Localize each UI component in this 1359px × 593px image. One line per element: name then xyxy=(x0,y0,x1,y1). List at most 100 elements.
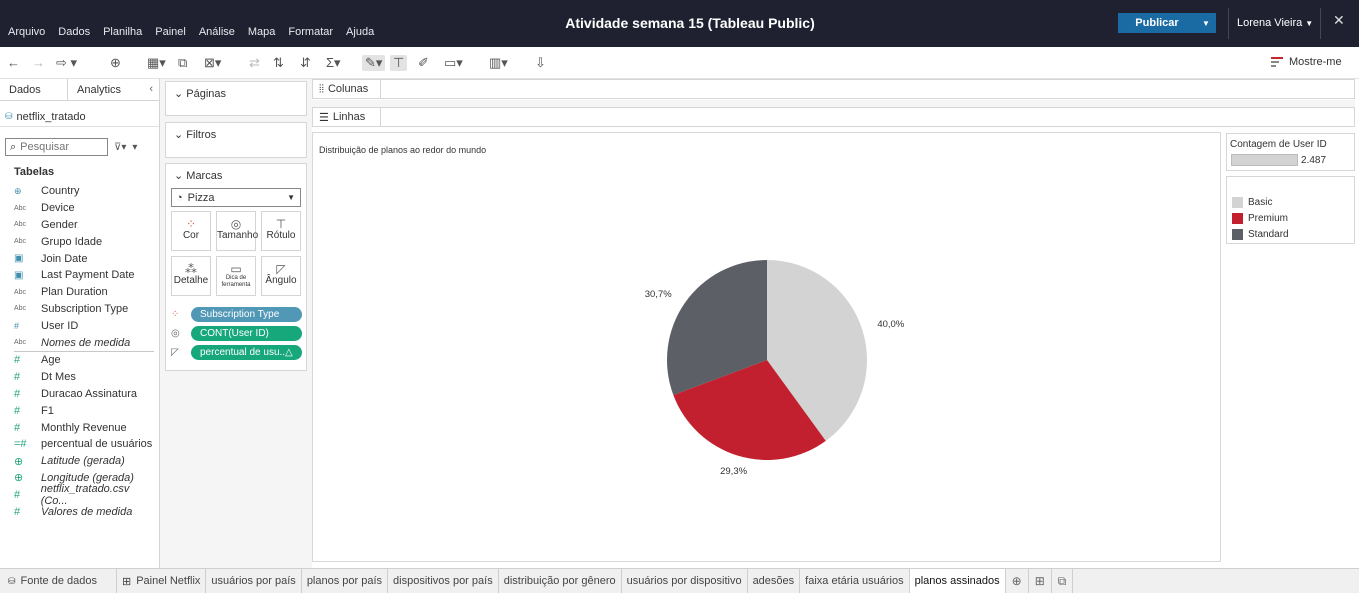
swap-icon[interactable]: ⇨ ▾ xyxy=(56,55,77,71)
label-button[interactable]: ⊤ Rótulo xyxy=(261,211,301,251)
new-worksheet-icon[interactable]: ⊕ xyxy=(1006,569,1029,593)
sort-descending-icon[interactable]: ⇵ xyxy=(300,55,311,71)
color-button[interactable]: ⁘ Cor xyxy=(171,211,211,251)
new-story-icon[interactable]: ⧉ xyxy=(1052,569,1074,593)
rows-shelf[interactable]: ☰ Linhas xyxy=(312,107,1355,127)
user-dropdown-icon[interactable]: ▼ xyxy=(1305,19,1313,28)
field-name[interactable]: Nomes de medida xyxy=(41,337,130,349)
field-name[interactable]: Device xyxy=(41,202,75,214)
size-button[interactable]: ◎ Tamanho xyxy=(216,211,258,251)
legend-item-basic[interactable]: Basic xyxy=(1232,197,1272,208)
field-item[interactable]: # User ID xyxy=(0,317,158,334)
field-name[interactable]: Dt Mes xyxy=(41,371,76,383)
datasource-item[interactable]: ⛁ netflix_tratado xyxy=(0,101,159,127)
field-name[interactable]: Valores de medida xyxy=(41,506,132,518)
field-item[interactable]: Abc Subscription Type xyxy=(0,301,158,318)
field-name[interactable]: Country xyxy=(41,185,80,197)
field-name[interactable]: User ID xyxy=(41,320,78,332)
field-name[interactable]: Subscription Type xyxy=(41,303,128,315)
field-name[interactable]: percentual de usuários xyxy=(41,438,152,450)
tab-sheet[interactable]: distribuição por gênero xyxy=(499,569,622,593)
show-me-label[interactable]: Mostre-me xyxy=(1289,56,1342,68)
tab-analytics[interactable]: Analytics xyxy=(68,79,130,100)
field-item[interactable]: ⊕ Latitude (gerada) xyxy=(0,453,158,470)
user-name[interactable]: Lorena Vieira xyxy=(1237,17,1302,29)
field-item[interactable]: # Dt Mes xyxy=(0,369,158,386)
percent-users-pill[interactable]: percentual de usu..△ xyxy=(191,344,302,360)
field-name[interactable]: Gender xyxy=(41,219,78,231)
detail-button[interactable]: ⁂ Detalhe xyxy=(171,256,211,296)
chevron-down-icon[interactable]: ⌄ xyxy=(174,129,183,141)
publish-label[interactable]: Publicar xyxy=(1118,17,1196,29)
collapse-icon[interactable]: ‹ xyxy=(149,83,153,95)
field-name[interactable]: Latitude (gerada) xyxy=(41,455,125,467)
highlight-icon[interactable]: ✎▾ xyxy=(362,55,386,71)
tooltip-button[interactable]: ▭ Dica de ferramenta xyxy=(216,256,256,296)
datasource-name[interactable]: netflix_tratado xyxy=(17,111,86,123)
field-item[interactable]: # Age xyxy=(0,352,158,369)
field-name[interactable]: Grupo Idade xyxy=(41,236,102,248)
tab-sheet[interactable]: dispositivos por país xyxy=(388,569,499,593)
search-input[interactable] xyxy=(20,141,101,153)
field-name[interactable]: Duracao Assinatura xyxy=(41,388,137,400)
color-legend[interactable]: Basic Premium Standard xyxy=(1226,176,1355,244)
field-item[interactable]: ▣ Last Payment Date xyxy=(0,267,158,284)
chevron-down-icon[interactable]: ⌄ xyxy=(174,88,183,100)
mark-type-value[interactable]: Pizza xyxy=(188,192,215,204)
field-item[interactable]: ▣ Join Date xyxy=(0,250,158,267)
angle-button[interactable]: ◸ Ângulo xyxy=(261,256,301,296)
field-item[interactable]: # netflix_tratado.csv (Co... xyxy=(0,483,158,507)
count-user-id-pill[interactable]: CONT(User ID) xyxy=(191,325,302,341)
close-icon[interactable]: ✕ xyxy=(1333,12,1345,29)
tab-sheet[interactable]: usuários por dispositivo xyxy=(622,569,748,593)
field-item[interactable]: Abc Plan Duration xyxy=(0,284,158,301)
tab-sheet[interactable]: adesões xyxy=(748,569,801,593)
pie-chart[interactable]: 40,0% 29,3% 30,7% xyxy=(313,133,1220,561)
field-item[interactable]: # F1 xyxy=(0,402,158,419)
sort-ascending-icon[interactable]: ⇅ xyxy=(273,55,284,71)
show-labels-icon[interactable]: ⊤ xyxy=(390,55,408,71)
field-name[interactable]: Join Date xyxy=(41,253,87,265)
publish-dropdown-icon[interactable]: ▼ xyxy=(1196,19,1216,28)
field-item[interactable]: =# percentual de usuários xyxy=(0,436,158,453)
field-name[interactable]: Plan Duration xyxy=(41,286,108,298)
field-name[interactable]: Monthly Revenue xyxy=(41,422,127,434)
group-icon[interactable]: ✐ xyxy=(418,55,429,71)
field-item[interactable]: ⊕ Country xyxy=(0,183,158,200)
duplicate-icon[interactable]: ⧉ xyxy=(178,55,187,71)
swap-rows-columns-icon[interactable]: ⇄ xyxy=(249,55,260,71)
field-item[interactable]: Abc Grupo Idade xyxy=(0,233,158,250)
show-me-button[interactable]: Mostre-me xyxy=(1271,56,1342,68)
mark-type-select[interactable]: ◔ Pizza ▼ xyxy=(171,188,301,207)
tab-sheet-active[interactable]: planos assinados xyxy=(909,569,1006,593)
new-datasource-icon[interactable]: ⊕ xyxy=(110,55,121,71)
field-item[interactable]: # Monthly Revenue xyxy=(0,419,158,436)
undo-icon[interactable]: ← xyxy=(7,55,20,71)
redo-icon[interactable]: → xyxy=(32,55,45,71)
presentation-icon[interactable]: ⇩ xyxy=(535,55,546,71)
tab-sheet[interactable]: faixa etária usuários xyxy=(800,569,910,593)
totals-icon[interactable]: Σ▾ xyxy=(326,55,341,71)
legend-item-premium[interactable]: Premium xyxy=(1232,213,1288,224)
tab-dashboard[interactable]: ⊞ Painel Netflix xyxy=(117,569,207,593)
publish-button[interactable]: Publicar ▼ xyxy=(1118,13,1216,33)
user-menu[interactable]: Lorena Vieira ▼ xyxy=(1237,17,1313,29)
size-legend[interactable]: Contagem de User ID 2.487 xyxy=(1226,133,1355,171)
filter-icon[interactable]: ⊽▾ xyxy=(114,142,126,153)
show-me-icon[interactable] xyxy=(1271,56,1283,68)
new-worksheet-icon[interactable]: ▦▾ xyxy=(147,55,166,71)
new-dashboard-icon[interactable]: ⊞ xyxy=(1029,569,1052,593)
tab-dados[interactable]: Dados xyxy=(0,79,68,100)
field-name[interactable]: Last Payment Date xyxy=(41,269,135,281)
show-cards-icon[interactable]: ▥▾ xyxy=(489,55,508,71)
clear-sheet-icon[interactable]: ⊠▾ xyxy=(204,55,221,71)
chevron-down-icon[interactable]: ▼ xyxy=(287,193,295,202)
field-name[interactable]: Age xyxy=(41,354,61,366)
tab-datasource[interactable]: ⛁ Fonte de dados xyxy=(0,569,117,593)
view-area[interactable]: Distribuição de planos ao redor do mundo… xyxy=(312,132,1221,562)
legend-item-standard[interactable]: Standard xyxy=(1232,229,1289,240)
field-item[interactable]: Abc Gender xyxy=(0,217,158,234)
field-item[interactable]: Abc Device xyxy=(0,200,158,217)
field-name[interactable]: F1 xyxy=(41,405,54,417)
view-options-icon[interactable]: ▾ xyxy=(132,142,137,153)
